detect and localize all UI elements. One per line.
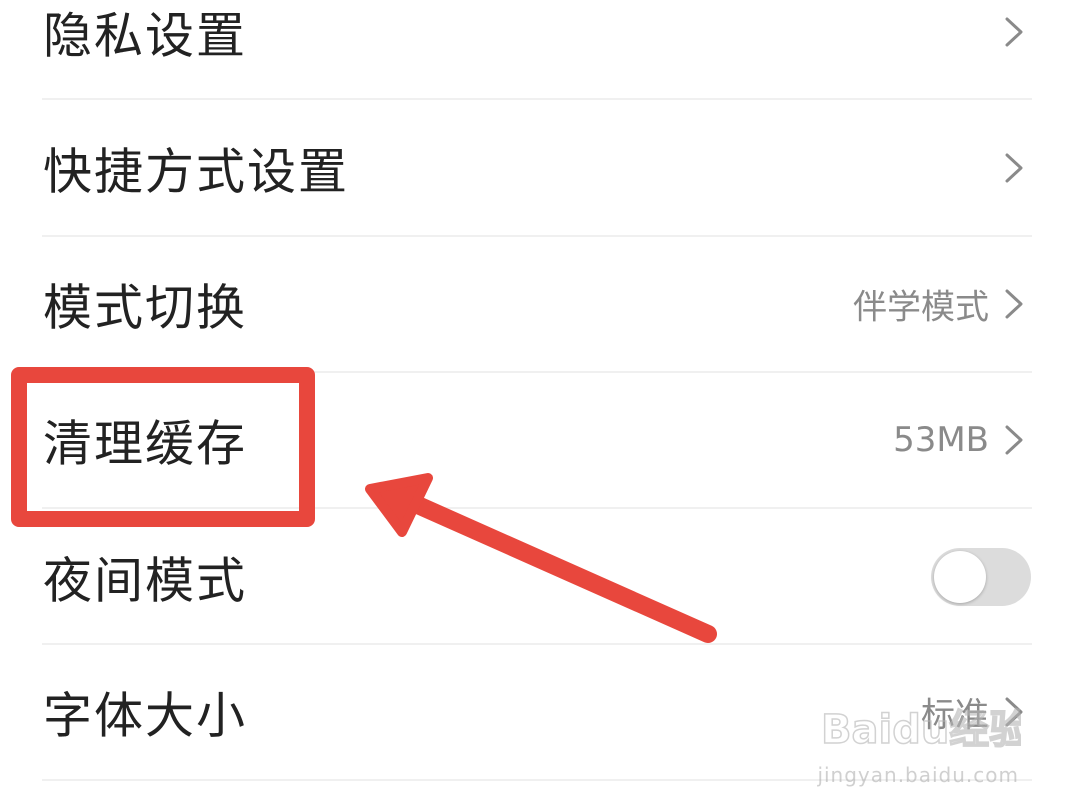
settings-item-label: 清理缓存 <box>43 415 248 473</box>
chevron-right-icon <box>1005 17 1023 47</box>
divider <box>42 235 1032 237</box>
settings-item-label: 隐私设置 <box>43 7 248 65</box>
divider <box>42 643 1032 645</box>
settings-item-shortcuts[interactable]: 快捷方式设置 <box>0 118 1077 218</box>
settings-item-label: 模式切换 <box>43 279 248 337</box>
settings-item-label: 字体大小 <box>43 687 248 745</box>
settings-item-font-size[interactable]: 字体大小 标准 <box>0 662 1077 762</box>
settings-item-value: 标准 <box>921 695 989 736</box>
toggle-knob <box>934 551 986 603</box>
night-mode-toggle[interactable] <box>931 548 1031 606</box>
chevron-right-icon <box>1005 697 1023 727</box>
divider <box>42 98 1032 100</box>
settings-list: 隐私设置 快捷方式设置 模式切换 伴学模式 清理缓存 53MB 夜间模式 字体大… <box>0 0 1077 807</box>
settings-item-value: 伴学模式 <box>853 287 989 328</box>
settings-item-night-mode: 夜间模式 <box>0 527 1077 627</box>
settings-item-label: 夜间模式 <box>43 552 248 610</box>
cache-size-value: 53MB <box>893 420 989 460</box>
divider <box>42 371 1032 373</box>
settings-item-label: 快捷方式设置 <box>43 143 350 201</box>
settings-item-privacy[interactable]: 隐私设置 <box>0 0 1077 82</box>
divider <box>42 507 1032 509</box>
chevron-right-icon <box>1005 289 1023 319</box>
settings-item-mode-switch[interactable]: 模式切换 伴学模式 <box>0 254 1077 354</box>
divider <box>42 779 1032 781</box>
settings-item-clear-cache[interactable]: 清理缓存 53MB <box>0 390 1077 490</box>
chevron-right-icon <box>1005 425 1023 455</box>
chevron-right-icon <box>1005 153 1023 183</box>
